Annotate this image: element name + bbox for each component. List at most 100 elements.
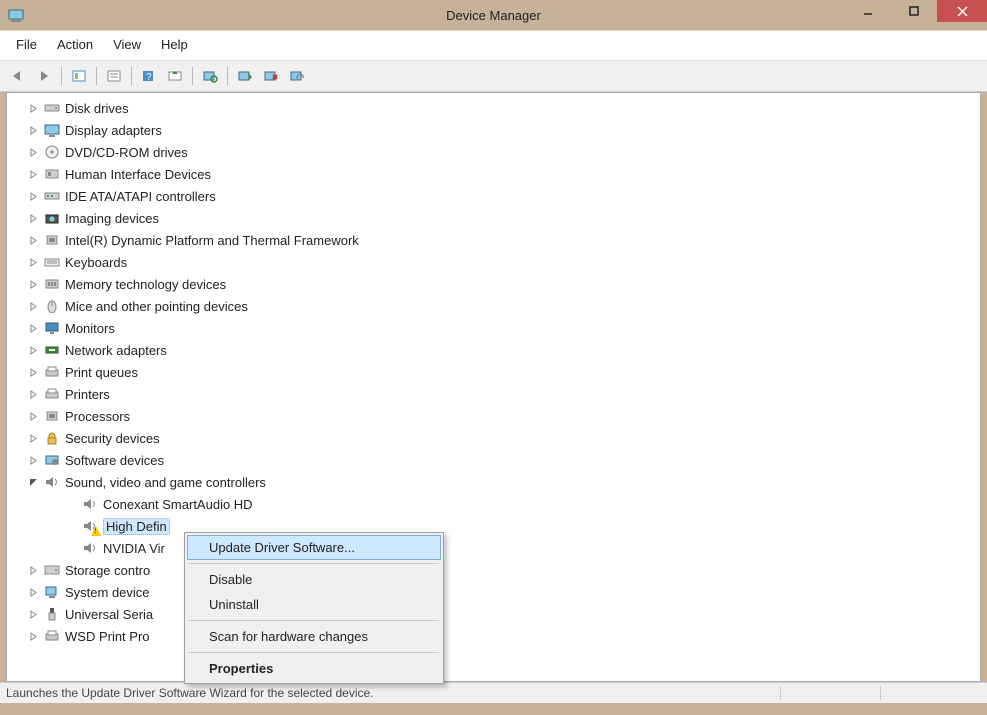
enable-device-button[interactable] xyxy=(233,64,257,88)
ctx-uninstall[interactable]: Uninstall xyxy=(187,592,441,617)
expand-icon[interactable] xyxy=(27,234,39,246)
expand-icon[interactable] xyxy=(27,124,39,136)
menu-file[interactable]: File xyxy=(6,33,47,56)
tree-child-node[interactable]: Conexant SmartAudio HD xyxy=(7,493,980,515)
tree-node-ide[interactable]: IDE ATA/ATAPI controllers xyxy=(7,185,980,207)
dvd-icon xyxy=(43,144,61,160)
tree-node-cpu[interactable]: Intel(R) Dynamic Platform and Thermal Fr… xyxy=(7,229,980,251)
tree-node-monitor[interactable]: Monitors xyxy=(7,317,980,339)
minimize-button[interactable] xyxy=(845,0,891,22)
tree-node-mouse[interactable]: Mice and other pointing devices xyxy=(7,295,980,317)
expand-icon[interactable] xyxy=(27,344,39,356)
tree-node-storage[interactable]: Storage contro xyxy=(7,559,980,581)
maximize-button[interactable] xyxy=(891,0,937,22)
expand-icon[interactable] xyxy=(27,388,39,400)
scan-hardware-button[interactable] xyxy=(198,64,222,88)
tree-node-label: WSD Print Pro xyxy=(65,629,150,644)
statusbar: Launches the Update Driver Software Wiza… xyxy=(0,682,987,703)
display-icon xyxy=(43,122,61,138)
tree-node-sound[interactable]: Sound, video and game controllers xyxy=(7,471,980,493)
expand-icon[interactable] xyxy=(27,212,39,224)
uninstall-device-button[interactable] xyxy=(285,64,309,88)
expand-icon[interactable] xyxy=(27,102,39,114)
hid-icon xyxy=(43,166,61,182)
expand-icon[interactable] xyxy=(27,454,39,466)
toolbar-separator xyxy=(61,67,62,85)
expand-icon[interactable] xyxy=(27,300,39,312)
help-button[interactable]: ? xyxy=(137,64,161,88)
tree-node-security[interactable]: Security devices xyxy=(7,427,980,449)
speaker-icon xyxy=(81,518,99,534)
network-icon xyxy=(43,342,61,358)
expand-icon[interactable] xyxy=(27,146,39,158)
show-hidden-button[interactable] xyxy=(67,64,91,88)
expand-icon[interactable] xyxy=(27,410,39,422)
menu-view[interactable]: View xyxy=(103,33,151,56)
tree-node-usb[interactable]: Universal Seria xyxy=(7,603,980,625)
expand-icon[interactable] xyxy=(27,256,39,268)
svg-text:?: ? xyxy=(146,72,152,83)
ctx-properties[interactable]: Properties xyxy=(187,656,441,681)
tree-node-label: Sound, video and game controllers xyxy=(65,475,266,490)
tree-child-node[interactable]: High Defin xyxy=(7,515,980,537)
ctx-separator xyxy=(189,563,439,564)
speaker-icon xyxy=(81,496,99,512)
disable-device-button[interactable] xyxy=(259,64,283,88)
tree-node-label: Print queues xyxy=(65,365,138,380)
keyboard-icon xyxy=(43,254,61,270)
ctx-update-driver[interactable]: Update Driver Software... xyxy=(187,535,441,560)
tree-node-system[interactable]: System device xyxy=(7,581,980,603)
tree-node-label: Display adapters xyxy=(65,123,162,138)
ctx-scan-hardware[interactable]: Scan for hardware changes xyxy=(187,624,441,649)
expand-icon[interactable] xyxy=(27,630,39,642)
tree-node-imaging[interactable]: Imaging devices xyxy=(7,207,980,229)
mouse-icon xyxy=(43,298,61,314)
security-icon xyxy=(43,430,61,446)
menu-action[interactable]: Action xyxy=(47,33,103,56)
ctx-disable[interactable]: Disable xyxy=(187,567,441,592)
tree-node-label: IDE ATA/ATAPI controllers xyxy=(65,189,216,204)
update-driver-button[interactable] xyxy=(163,64,187,88)
expand-icon[interactable] xyxy=(27,190,39,202)
expand-icon[interactable] xyxy=(27,608,39,620)
tree-node-wsd[interactable]: WSD Print Pro xyxy=(7,625,980,647)
back-button[interactable] xyxy=(6,64,30,88)
toolbar-separator xyxy=(227,67,228,85)
context-menu: Update Driver Software... Disable Uninst… xyxy=(184,532,444,684)
tree-node-display[interactable]: Display adapters xyxy=(7,119,980,141)
expand-icon[interactable] xyxy=(27,366,39,378)
tree-node-label: Monitors xyxy=(65,321,115,336)
expand-icon[interactable] xyxy=(27,564,39,576)
expand-icon[interactable] xyxy=(27,586,39,598)
expand-icon[interactable] xyxy=(27,432,39,444)
tree-node-software[interactable]: Software devices xyxy=(7,449,980,471)
toolbar-separator xyxy=(96,67,97,85)
menu-help[interactable]: Help xyxy=(151,33,198,56)
tree-node-printqueue[interactable]: Print queues xyxy=(7,361,980,383)
tree-node-disk[interactable]: Disk drives xyxy=(7,97,980,119)
tree-child-node[interactable]: NVIDIA Vir xyxy=(7,537,980,559)
ctx-separator xyxy=(189,652,439,653)
properties-button[interactable] xyxy=(102,64,126,88)
tree-node-printer[interactable]: Printers xyxy=(7,383,980,405)
tree-node-network[interactable]: Network adapters xyxy=(7,339,980,361)
tree-node-dvd[interactable]: DVD/CD-ROM drives xyxy=(7,141,980,163)
tree-node-hid[interactable]: Human Interface Devices xyxy=(7,163,980,185)
ide-icon xyxy=(43,188,61,204)
expand-icon[interactable] xyxy=(27,168,39,180)
expand-icon[interactable] xyxy=(27,278,39,290)
tree-node-keyboard[interactable]: Keyboards xyxy=(7,251,980,273)
expand-icon[interactable] xyxy=(27,322,39,334)
window-controls xyxy=(845,0,987,22)
device-tree[interactable]: Disk drives Display adapters DVD/CD-ROM dr… xyxy=(6,92,981,682)
tree-node-label: Security devices xyxy=(65,431,160,446)
close-button[interactable] xyxy=(937,0,987,22)
tree-node-label: Conexant SmartAudio HD xyxy=(103,497,253,512)
wsd-icon xyxy=(43,628,61,644)
forward-button[interactable] xyxy=(32,64,56,88)
collapse-icon[interactable] xyxy=(27,476,39,488)
software-icon xyxy=(43,452,61,468)
tree-node-label: Software devices xyxy=(65,453,164,468)
tree-node-memory[interactable]: Memory technology devices xyxy=(7,273,980,295)
tree-node-processor[interactable]: Processors xyxy=(7,405,980,427)
